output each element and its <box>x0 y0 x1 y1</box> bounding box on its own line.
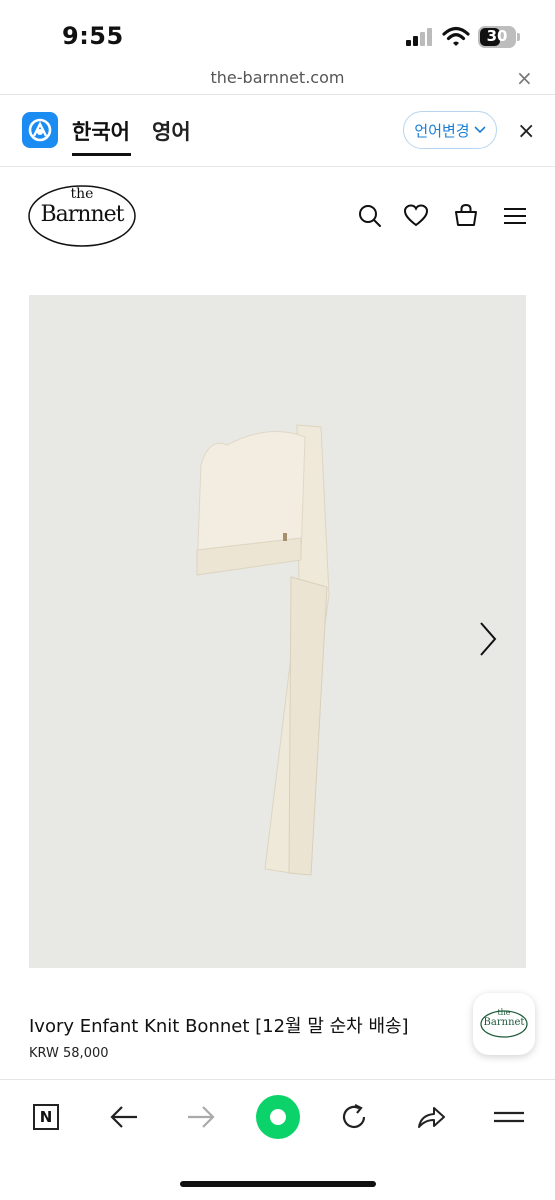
logo-wordmark: Barnnet <box>40 202 125 227</box>
language-change-label: 언어변경 <box>414 121 470 140</box>
product-name[interactable]: Ivory Enfant Knit Bonnet [12월 말 순차 배송] <box>29 1012 409 1038</box>
reload-icon[interactable] <box>334 1097 374 1137</box>
tab-korean[interactable]: 한국어 <box>72 116 130 146</box>
chevron-down-icon <box>474 126 486 134</box>
url-close-icon[interactable]: × <box>516 66 533 90</box>
battery-level: 30 <box>486 27 508 45</box>
product-image[interactable] <box>29 295 526 968</box>
battery-cap <box>517 33 520 41</box>
divider <box>0 94 555 95</box>
active-tab-indicator <box>72 153 131 156</box>
back-arrow-icon[interactable] <box>104 1097 144 1137</box>
wifi-icon <box>442 26 470 46</box>
language-change-button[interactable]: 언어변경 <box>403 111 497 149</box>
product-price: KRW 58,000 <box>29 1046 109 1061</box>
close-icon[interactable]: × <box>517 119 535 144</box>
heart-icon[interactable] <box>403 203 429 229</box>
status-time: 9:55 <box>62 22 124 50</box>
menu-icon[interactable] <box>502 203 528 229</box>
knit-bonnet-illustration <box>196 424 330 876</box>
naver-home-icon[interactable]: N <box>26 1097 66 1137</box>
translate-app-icon[interactable] <box>22 112 58 148</box>
divider <box>0 166 555 167</box>
cellular-signal-icon <box>406 28 434 46</box>
badge-logo-the: the <box>497 1008 511 1017</box>
forward-arrow-icon[interactable] <box>181 1097 221 1137</box>
divider <box>0 1079 555 1080</box>
floating-logo-button[interactable]: the Barnnet <box>473 993 535 1055</box>
naver-letter: N <box>33 1104 59 1130</box>
next-arrow-icon[interactable] <box>475 620 501 658</box>
tab-english[interactable]: 영어 <box>152 116 191 146</box>
search-icon[interactable] <box>357 203 383 229</box>
logo-the: the <box>70 186 94 202</box>
badge-logo-wordmark: Barnnet <box>483 1017 525 1028</box>
menu-icon[interactable] <box>489 1097 529 1137</box>
green-dot-button[interactable] <box>256 1095 300 1139</box>
home-indicator[interactable] <box>180 1181 376 1187</box>
battery-icon: 30 <box>478 26 516 48</box>
share-icon[interactable] <box>411 1097 451 1137</box>
url-text[interactable]: the-barnnet.com <box>0 68 555 87</box>
site-logo[interactable]: the Barnnet <box>27 182 137 248</box>
bag-icon[interactable] <box>453 203 479 229</box>
